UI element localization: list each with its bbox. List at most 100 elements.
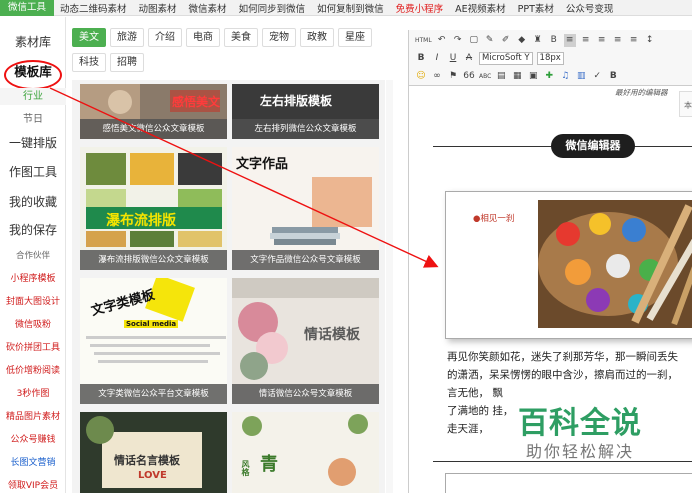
align-center-icon[interactable]: ≡ [580, 34, 592, 47]
italic-button[interactable]: I [431, 52, 443, 65]
emoji-icon[interactable]: ☺ [415, 70, 427, 83]
tag-recruit[interactable]: 招聘 [110, 53, 144, 72]
topnav-wechat-tools[interactable]: 微信工具 [0, 0, 55, 16]
sidebar-item-favorites[interactable]: 我的收藏 [0, 193, 66, 210]
screenshot-root: 微信工具 动态二维码素材 动图素材 微信素材 如何同步到微信 如何复制到微信 免… [0, 0, 692, 493]
template-icon[interactable]: ▥ [575, 70, 587, 83]
editor-side-box: 本 [679, 91, 692, 117]
template-grid-scrollbar[interactable] [386, 80, 393, 493]
sidebar-item-saved[interactable]: 我的保存 [0, 221, 66, 238]
template-caption: 情话微信公众号文章模板 [232, 384, 379, 404]
sidebar-item-premium-images[interactable]: 精品图片素材 [0, 409, 66, 422]
table-icon[interactable]: ▦ [511, 70, 523, 83]
html-source-button[interactable]: HTML [415, 34, 432, 47]
indent-icon[interactable]: ≡ [628, 34, 640, 47]
font-color-button[interactable]: A [463, 52, 475, 65]
sidebar-item-bargain-tool[interactable]: 砍价拼团工具 [0, 340, 66, 353]
topnav-ppt[interactable]: PPT素材 [512, 1, 560, 15]
template-card[interactable]: 左右排版模板 左右排列微信公众文章模板 [232, 84, 379, 139]
search-replace-icon[interactable]: ♜ [532, 34, 544, 47]
template-card[interactable]: 文字类模板 Social media 文字类微信公众平台文章模板 [80, 278, 227, 404]
new-doc-icon[interactable]: ▢ [468, 34, 480, 47]
template-card[interactable]: 情话名言模板 LOVE [80, 412, 227, 493]
tag-travel[interactable]: 旅游 [110, 28, 144, 47]
bold-alt-icon[interactable]: B [607, 70, 619, 83]
clear-format-icon[interactable]: ✓ [591, 70, 603, 83]
sidebar-item-partners: 合作伙伴 [15, 251, 50, 261]
template-caption: 文字类微信公众平台文章模板 [80, 384, 227, 404]
image-frame-2[interactable] [445, 473, 692, 493]
template-card[interactable]: 情话模板 情话微信公众号文章模板 [232, 278, 379, 404]
redo-icon[interactable]: ↷ [452, 34, 464, 47]
template-card[interactable]: 青 风格 [232, 412, 379, 493]
undo-icon[interactable]: ↶ [436, 34, 448, 47]
left-sidebar: 素材库 模板库 行业 节日 一键排版 作图工具 我的收藏 我的保存 合作伙伴 小… [0, 17, 66, 493]
template-card[interactable]: 瀑布流排版 瀑布流排版微信公众文章模板 [80, 147, 227, 270]
template-caption: 感悟美文微信公众文章模板 [80, 119, 227, 139]
format-brush-icon[interactable]: ✎ [484, 34, 496, 47]
template-card[interactable]: 感悟美文 感悟美文微信公众文章模板 [80, 84, 227, 139]
template-grid: 感悟美文 感悟美文微信公众文章模板 左右排版模板 左右排列微信公众文章模板 瀑布… [72, 80, 385, 493]
tag-pets[interactable]: 宠物 [262, 28, 296, 47]
plugin-icon[interactable]: ✚ [543, 70, 555, 83]
tag-intro[interactable]: 介绍 [148, 28, 182, 47]
topnav-monetize[interactable]: 公众号变现 [560, 1, 620, 15]
bold-button[interactable]: B [415, 52, 427, 65]
sidebar-item-one-click-layout[interactable]: 一键排版 [0, 134, 66, 151]
body-text-line: 再见你笑颜如花，迷失了刹那芳华，那一瞬间丢失 [447, 351, 678, 363]
sidebar-item-industry[interactable]: 行业 [0, 88, 66, 105]
link-icon[interactable]: ∞ [431, 70, 443, 83]
sidebar-item-3s-drawing[interactable]: 3秒作图 [0, 386, 66, 399]
thumb-text: 情话模板 [304, 327, 360, 343]
sidebar-item-earn-money[interactable]: 公众号赚钱 [0, 432, 66, 445]
toolbar-row-3: ☺ ∞ ⚑ 66 ABC ▤ ▦ ▣ ✚ ♫ ▥ ✓ B [415, 68, 619, 84]
sidebar-item-material[interactable]: 素材库 [0, 33, 66, 50]
align-justify-icon[interactable]: ≡ [612, 34, 624, 47]
paint-palette-image [538, 200, 692, 328]
sidebar-item-low-price-fans[interactable]: 低价增粉阅读 [0, 363, 66, 376]
thumb-text: 情话名言模板 [114, 454, 180, 467]
sidebar-item-cover-design[interactable]: 封面大图设计 [0, 294, 66, 307]
frame-note: ●相见一刹 [473, 214, 515, 224]
tag-ecommerce[interactable]: 电商 [186, 28, 220, 47]
image-icon[interactable]: ▤ [495, 70, 507, 83]
fill-color-icon[interactable]: ◆ [516, 34, 528, 47]
media-icon[interactable]: ▣ [527, 70, 539, 83]
align-right-icon[interactable]: ≡ [596, 34, 608, 47]
align-left-icon[interactable]: ≡ [563, 33, 576, 47]
tag-tech[interactable]: 科技 [72, 53, 106, 72]
topnav-sync[interactable]: 如何同步到微信 [233, 1, 312, 15]
sidebar-item-vip[interactable]: 领取VIP会员 [0, 478, 66, 491]
eraser-icon[interactable]: ✐ [500, 34, 512, 47]
bold-icon[interactable]: B [548, 34, 560, 47]
font-family-select[interactable]: MicroSoft Y [479, 51, 533, 65]
topnav-ae-video[interactable]: AE视频素材 [449, 1, 512, 15]
font-size-select[interactable]: 18px [536, 51, 564, 65]
toolbar-row-1: HTML ↶ ↷ ▢ ✎ ✐ ◆ ♜ B ≡ ≡ ≡ ≡ ≡ ↕ [415, 32, 656, 48]
thumb-subtext: Social media [124, 320, 179, 328]
topnav-gif[interactable]: 动图素材 [133, 1, 183, 15]
topnav-wechat-material[interactable]: 微信素材 [183, 1, 233, 15]
sidebar-item-wechat-fans[interactable]: 微信吸粉 [0, 317, 66, 330]
tag-food[interactable]: 美食 [224, 28, 258, 47]
underline-button[interactable]: U [447, 52, 459, 65]
template-card[interactable]: 文字作品 文字作品微信公众号文章模板 [232, 147, 379, 270]
topnav-miniprogram[interactable]: 免费小程序 [390, 1, 450, 15]
editor-toolbar: HTML ↶ ↷ ▢ ✎ ✐ ◆ ♜ B ≡ ≡ ≡ ≡ ≡ ↕ B I U A [409, 30, 692, 86]
topnav-copy[interactable]: 如何复制到微信 [311, 1, 390, 15]
sidebar-item-drawing-tool[interactable]: 作图工具 [0, 163, 66, 180]
sidebar-item-long-image[interactable]: 长图文营销 [0, 455, 66, 468]
music-icon[interactable]: ♫ [559, 70, 571, 83]
anchor-icon[interactable]: ⚑ [447, 70, 459, 83]
topnav-qrcode[interactable]: 动态二维码素材 [54, 1, 133, 15]
sidebar-item-miniprogram-template[interactable]: 小程序模板 [0, 271, 66, 284]
line-height-icon[interactable]: ↕ [644, 34, 656, 47]
tag-essay[interactable]: 美文 [72, 28, 106, 47]
image-frame[interactable]: ●相见一刹 [445, 191, 692, 339]
spellcheck-icon[interactable]: ABC [479, 70, 491, 83]
template-caption: 文字作品微信公众号文章模板 [232, 250, 379, 270]
tag-politics[interactable]: 政教 [300, 28, 334, 47]
sidebar-item-festival[interactable]: 节日 [0, 110, 66, 125]
tag-horoscope[interactable]: 星座 [338, 28, 372, 47]
quote-icon[interactable]: 66 [463, 70, 475, 83]
